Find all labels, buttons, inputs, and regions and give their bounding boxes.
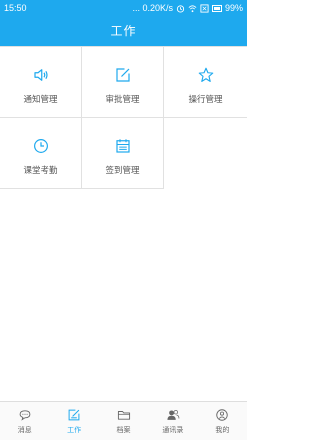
contacts-icon [166,408,180,422]
battery-icon [211,4,222,12]
star-icon [197,66,215,84]
grid-item-checkin[interactable]: 签到管理 [82,118,164,189]
profile-icon [215,408,229,422]
network-speed: ... 0.20K/s [132,3,173,13]
speaker-icon [32,66,50,84]
status-bar: 15:50 ... 0.20K/s 99% [0,0,247,17]
sim-icon [200,3,209,13]
tab-label: 我的 [215,426,230,434]
grid-item-label: 审批管理 [105,95,140,105]
tab-label: 工作 [67,426,82,434]
tab-contacts[interactable]: 通讯录 [148,402,197,440]
page-title: 工作 [0,17,247,46]
grid-item-label: 签到管理 [105,166,140,176]
work-icon [67,408,81,422]
tab-profile[interactable]: 我的 [198,402,247,440]
chat-icon [18,408,32,422]
grid-item-label: 通知管理 [23,95,58,105]
status-right: ... 0.20K/s 99% [132,3,243,13]
clock-icon [32,137,50,155]
edit-icon [114,66,132,84]
calendar-icon [114,137,132,155]
tab-label: 通讯录 [162,426,184,434]
grid-empty-cell [164,118,247,189]
folder-icon [117,408,131,422]
wifi-icon [188,4,197,13]
tab-archive[interactable]: 档案 [99,402,148,440]
tab-messages[interactable]: 消息 [0,402,49,440]
grid-item-conduct[interactable]: 操行管理 [164,47,247,118]
battery-level: 99% [224,3,243,13]
grid-item-notice[interactable]: 通知管理 [0,47,82,118]
grid-item-approval[interactable]: 审批管理 [82,47,164,118]
tab-work[interactable]: 工作 [49,402,98,440]
function-grid: 通知管理 审批管理 操行管理 课堂考勤 签到管理 [0,46,247,189]
grid-item-label: 课堂考勤 [23,166,58,176]
tab-label: 档案 [116,426,131,434]
bottom-tab-bar: 消息 工作 档案 通讯录 我的 [0,401,247,440]
grid-item-attendance[interactable]: 课堂考勤 [0,118,82,189]
status-time: 15:50 [4,3,27,13]
grid-item-label: 操行管理 [188,95,223,105]
alarm-icon [176,4,185,13]
tab-label: 消息 [17,426,32,434]
